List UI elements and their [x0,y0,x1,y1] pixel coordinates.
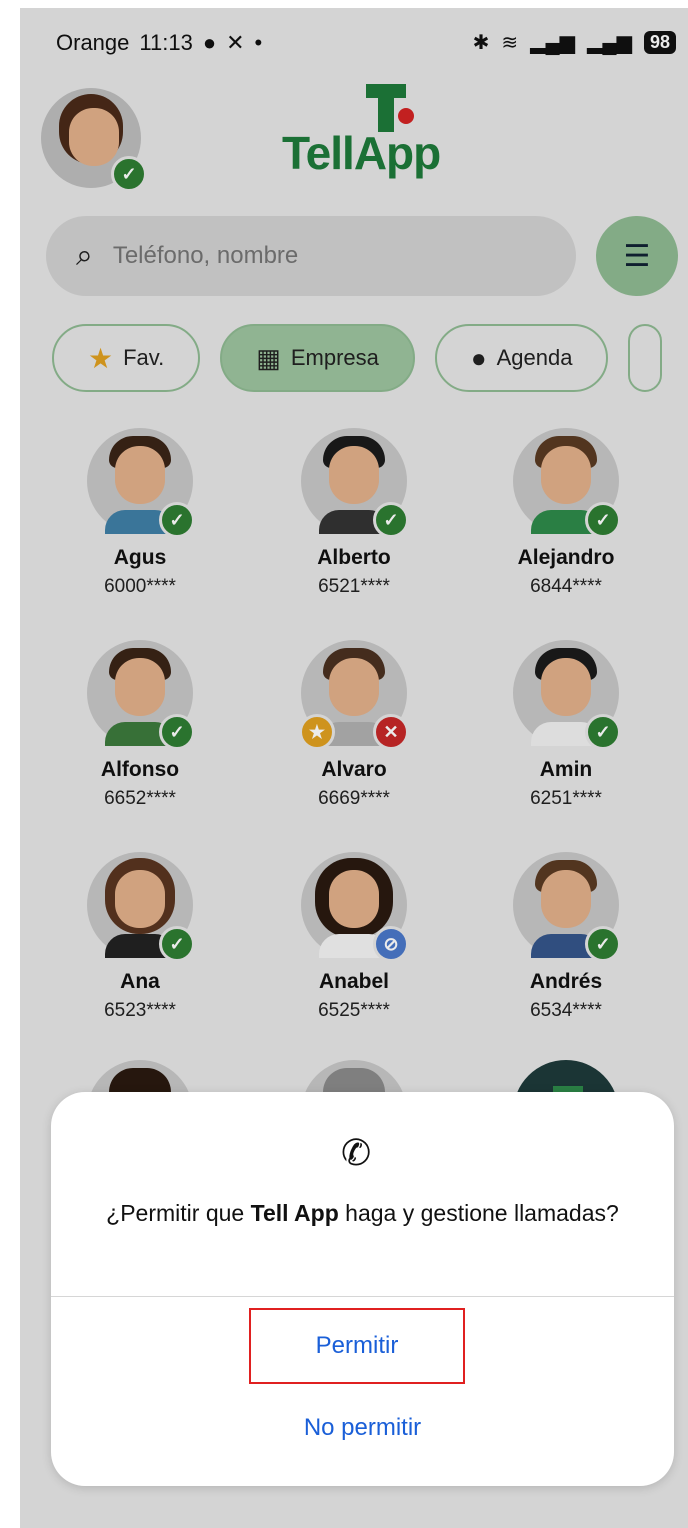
allow-button[interactable]: Permitir [249,1308,465,1384]
permission-dialog: ✆ ¿Permitir que Tell App haga y gestione… [51,1092,674,1486]
phone-icon: ✆ [341,1132,372,1173]
phone-screen: Orange 11:13 ● ✕ • ✱ ≋ ▂▄▆ ▂▄▆ 98 ✓ Tell… [20,8,688,1528]
permission-message: ¿Permitir que Tell App haga y gestione l… [106,1200,619,1226]
deny-button[interactable]: No permitir [51,1392,674,1464]
divider [51,1296,674,1297]
app-name: Tell App [250,1200,339,1226]
